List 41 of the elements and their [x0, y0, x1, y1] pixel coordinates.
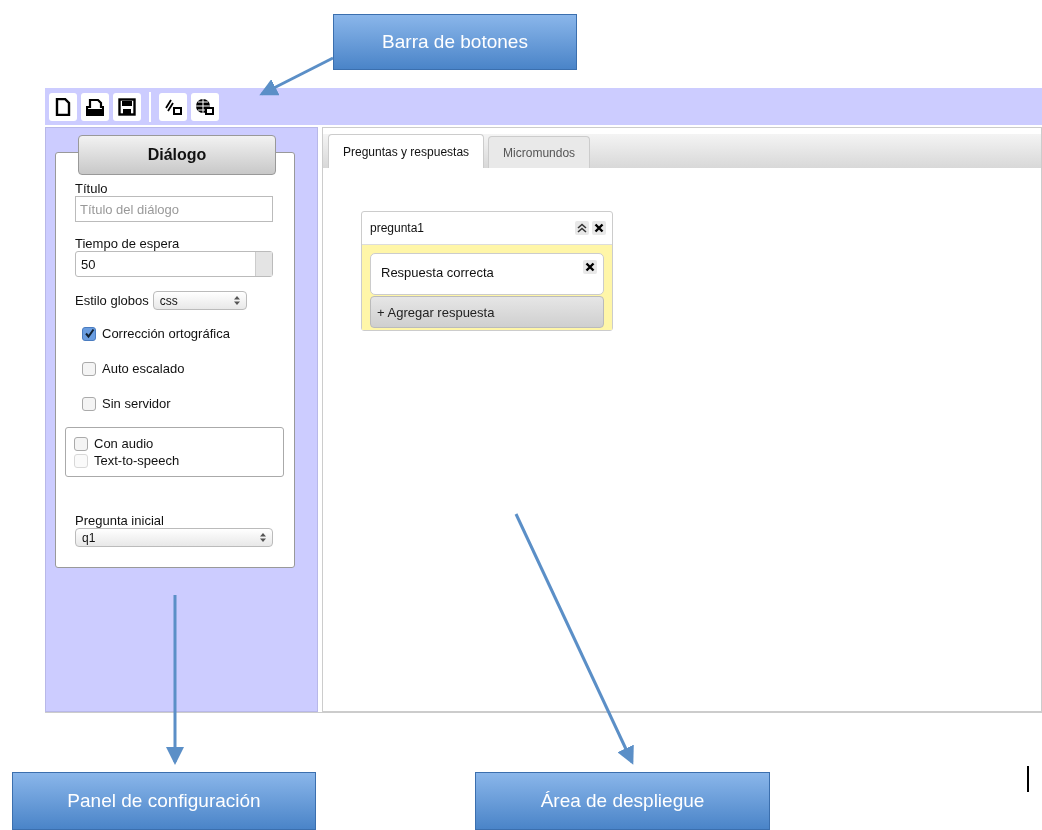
card-title: Diálogo: [78, 135, 276, 175]
new-file-button[interactable]: [49, 92, 77, 121]
field-label: Estilo globos: [75, 293, 149, 308]
checkbox[interactable]: [82, 326, 96, 341]
up-down-arrows-icon: [260, 533, 266, 542]
answer-text: Respuesta correcta: [381, 265, 494, 280]
close-icon[interactable]: [583, 260, 597, 274]
question-dropdown[interactable]: q1: [75, 528, 273, 547]
title-field[interactable]: Título del diálogo: [75, 196, 273, 222]
field-label: Tiempo de espera: [75, 236, 181, 251]
callout-label: Área de despliegue: [475, 772, 770, 830]
text-cursor-mark: [1027, 766, 1029, 792]
checkbox[interactable]: [74, 436, 88, 451]
field-label: Pregunta inicial: [75, 513, 165, 528]
question-title: pregunta1: [370, 221, 426, 235]
checkbox[interactable]: [82, 396, 96, 411]
callout-label: Panel de configuración: [12, 772, 316, 830]
folder-icon: [86, 97, 104, 116]
checkbox-label: Corrección ortográfica: [102, 326, 230, 341]
field-label: Título: [75, 181, 109, 196]
open-button[interactable]: [81, 92, 109, 121]
checkbox-label: Sin servidor: [102, 396, 171, 411]
checkbox[interactable]: [82, 361, 96, 376]
link-button[interactable]: [159, 92, 187, 121]
tab[interactable]: Micromundos: [488, 136, 591, 168]
number-field[interactable]: 50: [75, 251, 273, 277]
checkbox-label: Text-to-speech: [94, 453, 180, 468]
checkbox-label: Auto escalado: [102, 361, 185, 376]
document-icon: [55, 97, 71, 116]
checkbox-label: Con audio: [94, 436, 154, 451]
up-down-arrows-icon: [233, 296, 240, 305]
tab[interactable]: Preguntas y respuestas: [328, 134, 485, 168]
style-dropdown[interactable]: css: [152, 291, 247, 310]
globe-button[interactable]: [191, 92, 219, 121]
globe-icon: [195, 97, 215, 116]
callout-label: Barra de botones: [333, 14, 577, 70]
add-answer-button[interactable]: + Agregar respuesta: [370, 296, 604, 328]
close-icon[interactable]: [592, 221, 606, 235]
collapse-icon[interactable]: [575, 221, 589, 235]
link-icon: [163, 97, 183, 116]
save-button[interactable]: [113, 92, 141, 121]
